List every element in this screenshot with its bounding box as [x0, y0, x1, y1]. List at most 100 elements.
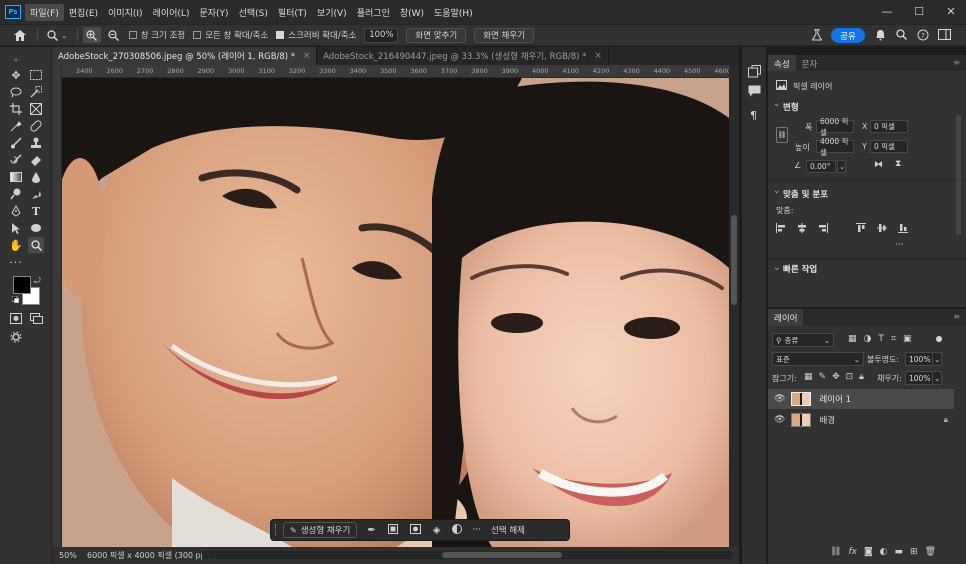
align-right-icon[interactable] [818, 223, 828, 233]
visibility-eye-icon[interactable]: 👁︎ [774, 415, 785, 425]
close-icon[interactable]: ✕ [944, 4, 958, 18]
frame-tool-icon[interactable] [28, 101, 44, 117]
fill-field[interactable]: 100% [905, 371, 933, 385]
blend-mode-dropdown[interactable]: 표준 ⌄ [772, 352, 864, 366]
maximize-icon[interactable]: ☐ [912, 4, 926, 18]
menu-item[interactable]: 문자(Y) [194, 4, 233, 21]
type-tool-icon[interactable]: T [28, 203, 44, 219]
ellipse-tool-icon[interactable] [28, 220, 44, 236]
width-field[interactable]: 6000 픽셀 [816, 117, 854, 137]
workspace-icon[interactable] [938, 29, 951, 43]
zoom-tool-icon[interactable] [43, 27, 61, 43]
x-field[interactable]: 0 픽셀 [870, 120, 908, 133]
comments-icon[interactable] [748, 85, 761, 100]
stamp-tool-icon[interactable] [28, 135, 44, 151]
fill-dropdown-icon[interactable]: ⌄ [932, 371, 942, 385]
zoom-level[interactable]: 50% [59, 551, 87, 560]
chevron-down-icon[interactable]: ⌄ [773, 186, 781, 196]
history-brush-icon[interactable] [8, 152, 24, 168]
fill-screen-button[interactable]: 화면 채우기 [474, 27, 534, 43]
properties-scrollbar[interactable] [956, 115, 961, 235]
layer-filter-dropdown[interactable]: ⚲ 종류 ⌄ [772, 333, 834, 347]
visibility-eye-icon[interactable]: 👁︎ [774, 394, 785, 404]
lock-position-icon[interactable]: ✥ [832, 372, 840, 382]
tab-layers[interactable]: 레이어 [768, 309, 804, 326]
hand-tool-icon[interactable]: ✋ [8, 237, 24, 253]
tab-document-1[interactable]: AdobeStock_270308506.jpeg @ 50% (레이어 1, … [52, 47, 318, 65]
document-canvas[interactable] [62, 78, 729, 547]
move-tool-icon[interactable]: ✥ [8, 67, 24, 83]
object-selection-icon[interactable] [28, 84, 44, 100]
home-icon[interactable] [8, 27, 32, 43]
eyedropper-icon[interactable] [8, 118, 24, 134]
checkbox-checked[interactable] [276, 31, 285, 39]
tab-character[interactable]: 문자 [796, 55, 824, 71]
height-field[interactable]: 4000 픽셀 [816, 137, 854, 157]
flip-vertical-icon[interactable]: ⧗ [895, 159, 901, 169]
vertical-scrollbar[interactable] [729, 65, 739, 547]
filter-pixel-icon[interactable]: ▦ [848, 334, 857, 344]
brush-tool-icon[interactable] [8, 135, 24, 151]
lock-artboard-icon[interactable]: ⊡ [846, 372, 854, 382]
lock-all-icon[interactable]: 🔒︎ [859, 372, 864, 382]
history-icon[interactable] [748, 65, 761, 81]
new-layer-icon[interactable]: ⊞ [910, 547, 918, 557]
filter-smart-icon[interactable]: ▣ [903, 334, 912, 344]
filter-adjustment-icon[interactable]: ◑ [864, 334, 872, 344]
menu-item[interactable]: 선택(S) [234, 4, 273, 21]
scroll-thumb[interactable] [442, 552, 562, 558]
burn-tool-icon[interactable] [28, 186, 44, 202]
path-selection-icon[interactable] [8, 220, 24, 236]
tab-properties[interactable]: 속성 [768, 55, 796, 71]
quick-mask-icon[interactable] [8, 310, 24, 326]
align-center-h-icon[interactable] [797, 223, 807, 233]
marquee-tool-icon[interactable] [28, 67, 44, 83]
help-icon[interactable]: ? [917, 29, 929, 44]
blur-tool-icon[interactable] [28, 169, 44, 185]
menu-item[interactable]: 도움말(H) [429, 4, 478, 21]
align-bottom-icon[interactable] [898, 223, 908, 233]
lock-transparent-icon[interactable]: ▦ [804, 372, 813, 382]
layer-name[interactable]: 레이어 1 [819, 393, 851, 405]
swap-colors-icon[interactable]: ⤾ [34, 276, 41, 286]
adjustment-icon[interactable] [452, 523, 463, 537]
horizontal-scrollbar[interactable] [202, 551, 732, 559]
filter-type-icon[interactable]: T [878, 334, 884, 344]
eraser-tool-icon[interactable] [28, 152, 44, 168]
minimize-icon[interactable]: — [880, 4, 894, 18]
resize-windows-option[interactable]: 창 크기 조정 [128, 29, 185, 41]
menu-item[interactable]: 필터(T) [273, 4, 312, 21]
layer-name[interactable]: 배경 [819, 414, 835, 426]
more-tools-icon[interactable]: ··· [8, 254, 24, 270]
filter-shape-icon[interactable]: ⌗ [891, 334, 896, 344]
tab-document-2[interactable]: AdobeStock_216490447.jpeg @ 33.3% (생성형 채… [317, 47, 609, 65]
align-middle-v-icon[interactable] [877, 223, 887, 233]
fx-icon[interactable]: fx [848, 547, 857, 557]
link-icon[interactable]: ⛓ [776, 127, 788, 143]
fit-screen-button[interactable]: 화면 맞추기 [406, 27, 467, 43]
screen-mode-icon[interactable] [28, 310, 44, 326]
zoom-in-icon[interactable] [82, 27, 101, 43]
layer-row-layer1[interactable]: 👁︎ 레이어 1 [768, 389, 954, 409]
opacity-field[interactable]: 100% [905, 352, 933, 366]
align-left-icon[interactable] [776, 223, 786, 233]
close-tab-icon[interactable]: × [303, 51, 310, 61]
gradient-tool-icon[interactable] [8, 169, 24, 185]
healing-brush-icon[interactable] [28, 118, 44, 134]
deselect-button[interactable]: 선택 해제 [491, 524, 525, 536]
generative-fill-button[interactable]: ✎ 생성형 채우기 [283, 522, 358, 538]
collapse-icon[interactable]: » [8, 51, 24, 67]
menu-item[interactable]: 보기(V) [312, 4, 352, 21]
zoom-all-option[interactable]: 모든 창 확대/축소 [193, 29, 268, 41]
add-mask-icon[interactable]: ◙ [864, 547, 873, 557]
share-button[interactable]: 공유 [831, 28, 865, 43]
new-group-icon[interactable]: ▬ [895, 547, 904, 557]
angle-dropdown-icon[interactable]: ⌄ [837, 160, 846, 173]
panel-menu-icon[interactable]: ≡ [953, 312, 960, 321]
mask-icon[interactable] [409, 523, 421, 537]
delete-layer-icon[interactable]: 🗑︎ [925, 547, 936, 557]
lasso-tool-icon[interactable] [8, 84, 24, 100]
zoom-field[interactable]: 100% [364, 27, 399, 43]
scrubby-zoom-option[interactable]: 스크러비 확대/축소 [276, 29, 356, 41]
chevron-down-icon[interactable]: ⌄ [61, 31, 68, 40]
